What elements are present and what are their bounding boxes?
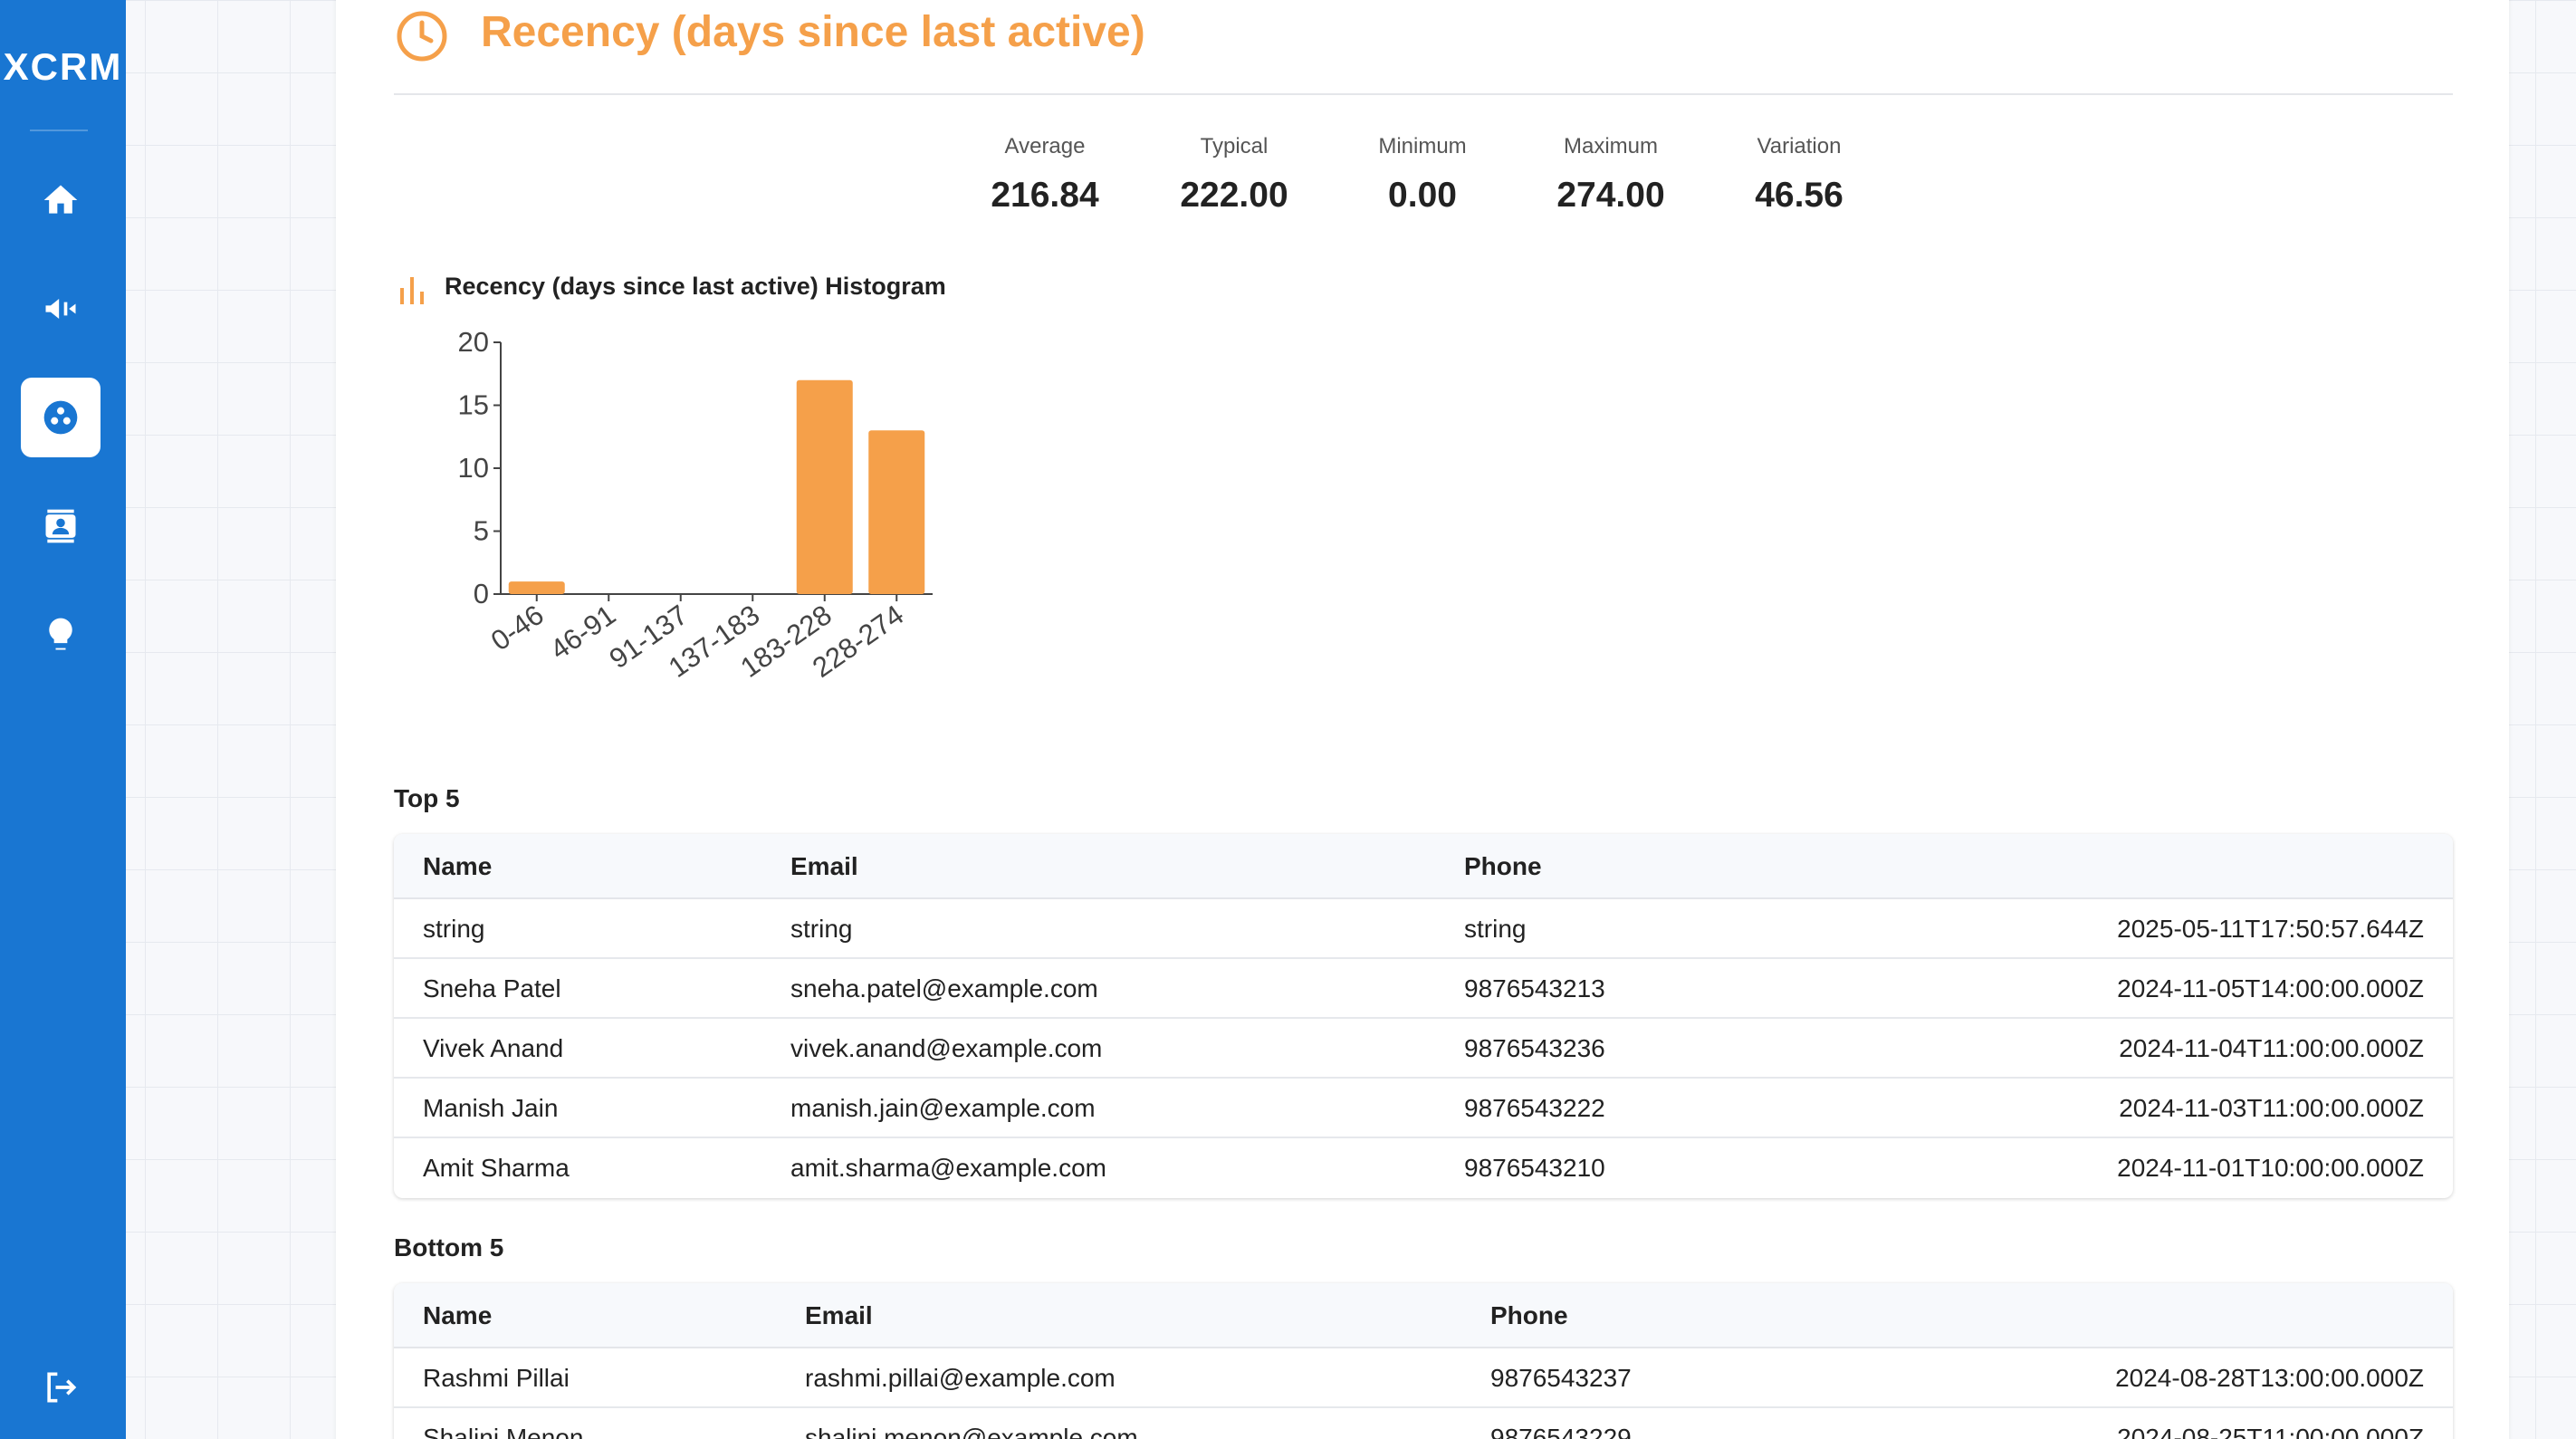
table-row[interactable]: Amit Sharma amit.sharma@example.com 9876… [394, 1138, 2453, 1198]
stat-label: Minimum [1378, 134, 1467, 158]
megaphone-icon [45, 299, 76, 319]
cell-email: amit.sharma@example.com [790, 1154, 1106, 1182]
cell-email: string [790, 915, 853, 943]
column-header-email[interactable]: Email [805, 1283, 873, 1348]
cell-name: Manish Jain [423, 1094, 559, 1122]
logout-icon [47, 1372, 77, 1403]
stat-variation: Variation 46.56 [1718, 134, 1881, 216]
bottom5-title: Bottom 5 [394, 1233, 504, 1262]
cell-phone: string [1464, 915, 1527, 943]
top5-table: Name Email Phone string string string 20… [394, 834, 2453, 1198]
histogram-chart: 051015200-4646-9191-137137-183183-228228… [458, 326, 933, 684]
y-tick-label: 5 [474, 515, 489, 547]
cell-date: 2024-08-25T11:00:00.000Z [2117, 1424, 2424, 1439]
y-tick-label: 10 [458, 452, 489, 484]
nav-logout[interactable] [21, 1348, 101, 1427]
column-header-email[interactable]: Email [790, 834, 858, 899]
sidebar: XCRM [0, 0, 126, 1439]
header-divider [394, 93, 2453, 95]
y-tick-label: 20 [458, 326, 489, 358]
histogram-bar [796, 379, 853, 594]
cell-phone: 9876543237 [1490, 1364, 1632, 1392]
cell-phone: 9876543222 [1464, 1094, 1605, 1122]
table-row[interactable]: Rashmi Pillai rashmi.pillai@example.com … [394, 1348, 2453, 1408]
histogram-bar [868, 430, 925, 594]
nav-home[interactable] [21, 160, 101, 240]
home-icon [43, 185, 78, 214]
nav-segments[interactable] [21, 378, 101, 457]
stat-label: Typical [1200, 134, 1269, 158]
table-row[interactable]: Manish Jain manish.jain@example.com 9876… [394, 1079, 2453, 1138]
stat-minimum: Minimum 0.00 [1341, 134, 1504, 216]
stat-value: 222.00 [1180, 176, 1288, 215]
cell-phone: 9876543229 [1490, 1424, 1632, 1439]
lightbulb-icon [49, 618, 72, 650]
table-header: Name Email Phone [394, 1283, 2453, 1348]
segments-icon [43, 400, 78, 435]
cell-email: rashmi.pillai@example.com [805, 1364, 1116, 1392]
bar-chart-icon [400, 277, 424, 304]
table-row[interactable]: string string string 2025-05-11T17:50:57… [394, 899, 2453, 959]
stat-value: 274.00 [1556, 176, 1665, 215]
cell-date: 2025-05-11T17:50:57.644Z [2117, 915, 2424, 943]
cell-date: 2024-11-03T11:00:00.000Z [2119, 1094, 2424, 1122]
cell-email: shalini.menon@example.com [805, 1424, 1138, 1439]
stat-value: 46.56 [1755, 176, 1843, 215]
column-header-name[interactable]: Name [423, 834, 492, 899]
histogram-title: Recency (days since last active) Histogr… [445, 273, 946, 300]
y-tick-label: 0 [474, 578, 489, 609]
nav-contacts[interactable] [21, 486, 101, 566]
cell-name: Sneha Patel [423, 974, 561, 1003]
table-header: Name Email Phone [394, 834, 2453, 899]
cell-date: 2024-11-05T14:00:00.000Z [2117, 974, 2424, 1003]
nav-campaigns[interactable] [21, 269, 101, 349]
brand-logo: XCRM [3, 45, 123, 88]
table-row[interactable]: Shalini Menon shalini.menon@example.com … [394, 1408, 2453, 1439]
stat-maximum: Maximum 274.00 [1529, 134, 1692, 216]
cell-phone: 9876543236 [1464, 1034, 1605, 1062]
bottom5-table: Name Email Phone Rashmi Pillai rashmi.pi… [394, 1283, 2453, 1439]
cell-phone: 9876543213 [1464, 974, 1605, 1003]
cell-phone: 9876543210 [1464, 1154, 1605, 1182]
nav-insights[interactable] [21, 595, 101, 675]
cell-date: 2024-11-01T10:00:00.000Z [2117, 1154, 2424, 1182]
table-body: string string string 2025-05-11T17:50:57… [394, 899, 2453, 1198]
cell-name: string [423, 915, 485, 943]
clock-icon [397, 11, 447, 62]
table-row[interactable]: Vivek Anand vivek.anand@example.com 9876… [394, 1019, 2453, 1079]
page-title: Recency (days since last active) [481, 8, 1145, 56]
stat-average: Average 216.84 [963, 134, 1126, 216]
cell-name: Vivek Anand [423, 1034, 564, 1062]
contacts-icon [45, 509, 76, 543]
stat-typical: Typical 222.00 [1153, 134, 1316, 216]
cell-email: sneha.patel@example.com [790, 974, 1098, 1003]
brand-divider [30, 130, 88, 131]
cell-date: 2024-11-04T11:00:00.000Z [2119, 1034, 2424, 1062]
cell-name: Rashmi Pillai [423, 1364, 570, 1392]
cell-email: vivek.anand@example.com [790, 1034, 1103, 1062]
stat-label: Variation [1757, 134, 1842, 158]
column-header-name[interactable]: Name [423, 1283, 492, 1348]
stat-label: Average [1004, 134, 1086, 158]
table-row[interactable]: Sneha Patel sneha.patel@example.com 9876… [394, 959, 2453, 1019]
y-tick-label: 15 [458, 389, 489, 421]
cell-name: Amit Sharma [423, 1154, 570, 1182]
stat-value: 0.00 [1388, 176, 1457, 215]
table-body: Rashmi Pillai rashmi.pillai@example.com … [394, 1348, 2453, 1439]
top5-title: Top 5 [394, 784, 460, 812]
stat-label: Maximum [1563, 134, 1658, 158]
stat-value: 216.84 [991, 176, 1099, 215]
column-header-phone[interactable]: Phone [1490, 1283, 1568, 1348]
x-tick-label: 0-46 [485, 599, 550, 657]
cell-date: 2024-08-28T13:00:00.000Z [2115, 1364, 2424, 1392]
main-card [336, 0, 2509, 1439]
column-header-phone[interactable]: Phone [1464, 834, 1542, 899]
cell-name: Shalini Menon [423, 1424, 584, 1439]
histogram-bar [508, 581, 565, 594]
cell-email: manish.jain@example.com [790, 1094, 1096, 1122]
